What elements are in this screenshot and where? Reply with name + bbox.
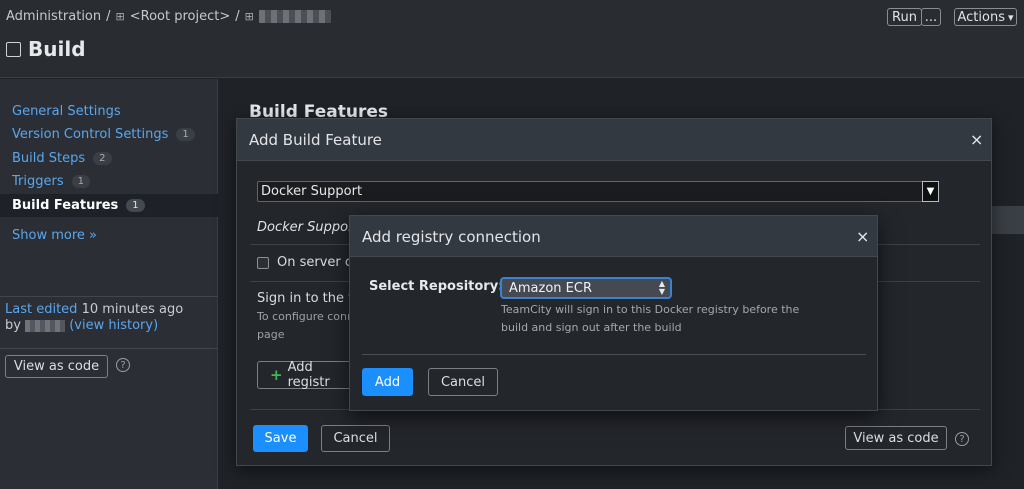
count-badge: 1: [126, 199, 145, 212]
add-registry-connection-dialog: Add registry connection × Select Reposit…: [349, 215, 878, 411]
feature-type-value: Docker Support: [261, 184, 363, 199]
plus-icon: +: [270, 366, 283, 384]
page-title-text: Build: [28, 37, 86, 61]
sidebar-item-triggers[interactable]: Triggers 1: [0, 170, 218, 193]
redacted-user-name: [25, 319, 66, 332]
configure-hint-line2: page: [257, 328, 285, 341]
add-registry-button[interactable]: + Add registr: [257, 360, 357, 390]
select-updown-icon: ▲ ▼: [658, 279, 665, 296]
count-badge: 1: [71, 175, 90, 188]
sign-in-text: Sign in to the fo: [257, 291, 361, 306]
save-button[interactable]: Save: [253, 425, 308, 452]
help-icon[interactable]: ?: [955, 432, 969, 446]
repository-value: Amazon ECR: [509, 280, 592, 296]
chevron-down-icon: ▾: [1007, 10, 1014, 24]
configure-hint-line1: To configure conn: [257, 310, 354, 323]
sidebar-item-general-settings[interactable]: General Settings: [0, 100, 218, 123]
last-edited-prefix[interactable]: Last edited: [5, 302, 77, 317]
breadcrumb: Administration / ⊞ <Root project> / ⊞: [6, 9, 331, 24]
top-bar: Administration / ⊞ <Root project> / ⊞ Bu…: [0, 0, 1024, 78]
view-as-code-button[interactable]: View as code: [845, 426, 947, 450]
cancel-button[interactable]: Cancel: [321, 425, 390, 452]
sidebar-item-label: Build Steps: [12, 151, 86, 166]
sidebar-divider: [0, 348, 218, 349]
breadcrumb-separator: /: [106, 9, 111, 24]
project-grid-icon: ⊞: [115, 10, 125, 23]
dialog-title: Add registry connection: [362, 228, 541, 246]
dialog-header: Add Build Feature ×: [237, 119, 991, 161]
server-cleanup-label: On server cl: [277, 255, 356, 270]
last-edited-info: Last edited 10 minutes ago by (view hist…: [5, 302, 183, 334]
server-cleanup-checkbox[interactable]: [257, 257, 269, 269]
sidebar-item-build-steps[interactable]: Build Steps 2: [0, 147, 218, 170]
add-button[interactable]: Add: [362, 368, 413, 396]
project-grid-icon: ⊞: [244, 10, 254, 23]
divider: [362, 354, 866, 355]
sidebar-item-label: Version Control Settings: [12, 127, 169, 142]
breadcrumb-administration[interactable]: Administration: [6, 9, 101, 24]
sidebar-item-label: Triggers: [12, 174, 64, 189]
count-badge: 2: [93, 152, 112, 165]
table-row-highlight: [992, 206, 1024, 234]
close-icon[interactable]: ×: [856, 227, 869, 246]
show-more-link[interactable]: Show more »: [12, 228, 97, 243]
dropdown-arrow-icon[interactable]: ▼: [922, 181, 939, 202]
view-history-link[interactable]: (view history): [69, 318, 158, 333]
feature-description-label: Docker Support: [257, 220, 359, 235]
breadcrumb-separator: /: [235, 9, 240, 24]
help-icon[interactable]: ?: [116, 358, 130, 372]
dialog-title: Add Build Feature: [249, 131, 382, 149]
sidebar-item-label: General Settings: [12, 104, 121, 119]
cancel-button[interactable]: Cancel: [428, 368, 498, 396]
last-edited-time: 10 minutes ago: [81, 302, 184, 317]
registry-hint: TeamCity will sign in to this Docker reg…: [501, 303, 800, 334]
close-icon[interactable]: ×: [970, 130, 983, 149]
count-badge: 1: [176, 128, 195, 141]
breadcrumb-root-project[interactable]: <Root project>: [130, 9, 231, 24]
select-repository-label: Select Repository:: [369, 279, 504, 294]
sidebar-item-build-features[interactable]: Build Features 1: [0, 194, 218, 217]
sidebar-item-label: Build Features: [12, 198, 119, 213]
build-config-icon: [6, 41, 21, 57]
dialog-header: Add registry connection ×: [350, 216, 877, 257]
run-button[interactable]: Run: [887, 8, 922, 26]
actions-label: Actions: [957, 9, 1005, 25]
last-edited-by: by: [5, 318, 21, 333]
view-as-code-button[interactable]: View as code: [5, 355, 108, 378]
run-options-button[interactable]: ...: [921, 8, 941, 26]
actions-button[interactable]: Actions ▾: [954, 8, 1017, 26]
redacted-project-name[interactable]: [258, 10, 331, 23]
sidebar-item-version-control[interactable]: Version Control Settings 1: [0, 123, 218, 146]
page-title: Build: [6, 37, 86, 61]
sidebar-divider: [0, 296, 218, 297]
feature-type-select[interactable]: Docker Support ▼: [257, 181, 939, 202]
add-registry-label: Add registr: [287, 360, 330, 390]
sidebar: General Settings Version Control Setting…: [0, 79, 218, 489]
repository-select[interactable]: Amazon ECR ▲ ▼: [500, 277, 672, 299]
